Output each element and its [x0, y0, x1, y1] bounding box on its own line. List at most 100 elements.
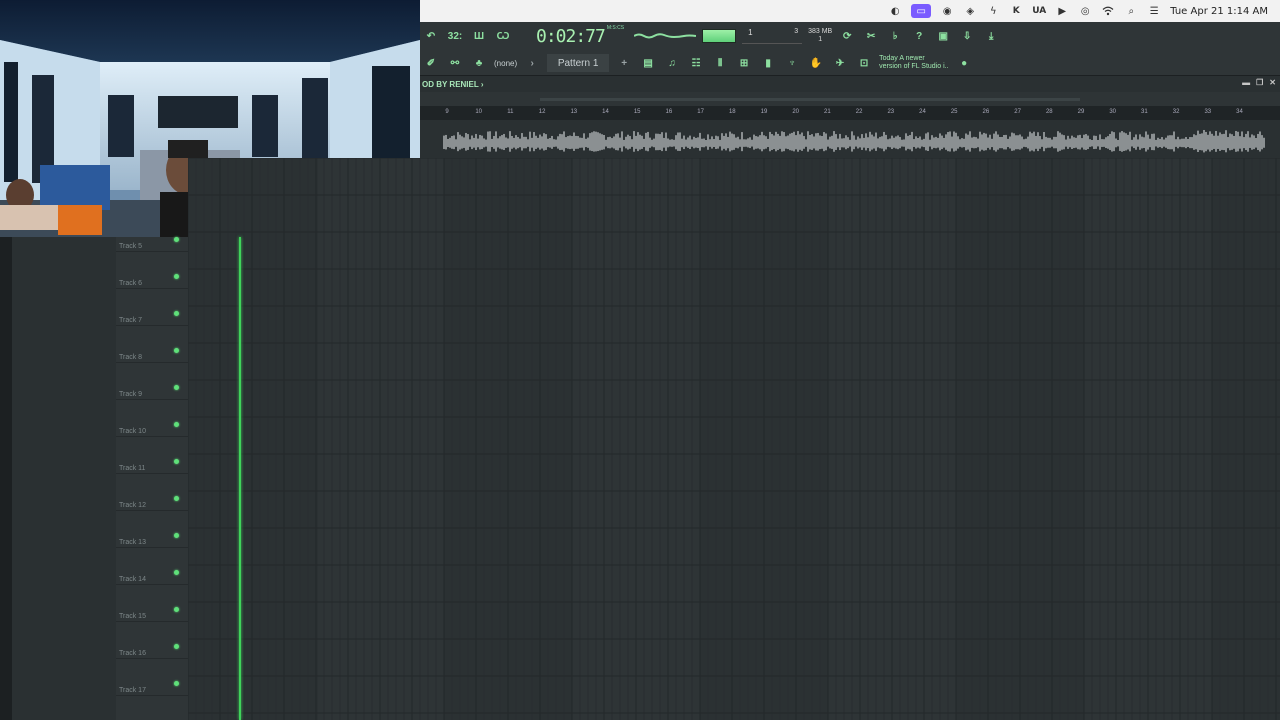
time-display[interactable]: 0:02:77 — [536, 26, 606, 47]
track-header[interactable]: Track 9 — [116, 363, 188, 400]
track-name[interactable]: Track 16 — [119, 650, 146, 657]
track-name[interactable]: Track 7 — [119, 317, 142, 324]
scrollbar-thumb[interactable] — [540, 98, 1080, 101]
track-header[interactable]: Track 7 — [116, 289, 188, 326]
track-mute-led[interactable] — [174, 237, 179, 242]
track-header[interactable]: Track 15 — [116, 585, 188, 622]
track-name[interactable]: Track 9 — [119, 391, 142, 398]
online-status-icon[interactable]: ● — [955, 54, 973, 72]
track-mute-led[interactable] — [174, 422, 179, 427]
playlist-grid[interactable] — [187, 157, 1280, 720]
song-position-meter[interactable]: 1 3 — [742, 28, 803, 44]
track-header[interactable]: Track 5 — [116, 215, 188, 252]
audio-clip-waveform[interactable] — [420, 120, 1280, 158]
universal-audio-icon[interactable]: ◉ — [940, 4, 954, 18]
track-header[interactable]: Track 16 — [116, 622, 188, 659]
wait-input-icon[interactable]: Ѡ — [494, 27, 512, 45]
ruler-tick: 30 — [1109, 109, 1117, 115]
help-icon[interactable]: ? — [910, 27, 928, 45]
browser-icon[interactable]: ⊞ — [735, 54, 753, 72]
track-header[interactable]: Track 11 — [116, 437, 188, 474]
track-mute-led[interactable] — [174, 348, 179, 353]
display-icon[interactable]: ◐ — [888, 4, 902, 18]
track-mute-led[interactable] — [174, 681, 179, 686]
track-name[interactable]: Track 6 — [119, 280, 142, 287]
track-mute-led[interactable] — [174, 311, 179, 316]
track-name[interactable]: Track 10 — [119, 428, 146, 435]
track-name[interactable]: Track 5 — [119, 243, 142, 250]
plugin-icon[interactable]: ▮ — [759, 54, 777, 72]
close-icon[interactable]: ✕ — [1269, 78, 1276, 87]
piano-roll-icon[interactable]: ♫ — [663, 54, 681, 72]
pattern-add-icon[interactable]: + — [615, 54, 633, 72]
tempo-display[interactable]: 32: — [446, 27, 464, 45]
arrow-right-icon[interactable]: › — [523, 54, 541, 72]
beat-counter-right: 3 — [794, 28, 799, 35]
track-name[interactable]: Track 14 — [119, 576, 146, 583]
microphone-icon[interactable]: ♭ — [886, 27, 904, 45]
track-mute-led[interactable] — [174, 644, 179, 649]
track-name[interactable]: Track 8 — [119, 354, 142, 361]
play-circle-icon[interactable]: ▶ — [1055, 4, 1069, 18]
track-header[interactable]: Track 10 — [116, 400, 188, 437]
menubar-clock[interactable]: Tue Apr 21 1:14 AM — [1170, 6, 1268, 17]
track-name[interactable]: Track 15 — [119, 613, 146, 620]
save-icon[interactable]: ▣ — [934, 27, 952, 45]
horizontal-scrollbar[interactable] — [420, 92, 1280, 106]
track-name[interactable]: Track 12 — [119, 502, 146, 509]
k-app-icon[interactable]: K — [1009, 4, 1023, 18]
channel-rack-icon[interactable]: ☷ — [687, 54, 705, 72]
bolt-icon[interactable]: ϟ — [986, 4, 1000, 18]
snap-selector[interactable]: (none) — [494, 59, 517, 68]
grid-bar-block — [188, 158, 318, 720]
hint-bar[interactable]: Today A newer version of FL Studio i.. — [879, 55, 949, 71]
link-icon[interactable]: ⚯ — [446, 54, 464, 72]
touch-keyboard-icon[interactable]: ✋ — [807, 54, 825, 72]
refresh-icon[interactable]: ⟳ — [838, 27, 856, 45]
download-icon[interactable]: ⤓ — [982, 27, 1000, 45]
eye-icon[interactable]: ◈ — [963, 4, 977, 18]
track-header[interactable]: Track 17 — [116, 659, 188, 696]
mixer-cut-icon[interactable]: ✂ — [862, 27, 880, 45]
wifi-icon[interactable] — [1101, 4, 1115, 18]
track-header[interactable]: Track 12 — [116, 474, 188, 511]
track-mute-led[interactable] — [174, 496, 179, 501]
export-icon[interactable]: ⇩ — [958, 27, 976, 45]
memory-sub: 1 — [818, 36, 823, 43]
minimize-icon[interactable]: ▬ — [1242, 78, 1250, 87]
track-mute-led[interactable] — [174, 570, 179, 575]
track-header[interactable]: Track 8 — [116, 326, 188, 363]
playlist-icon[interactable]: ▤ — [639, 54, 657, 72]
stamp-icon[interactable]: ♣ — [470, 54, 488, 72]
project-info-icon[interactable]: ✈ — [831, 54, 849, 72]
song-mode-icon[interactable]: ↶ — [422, 27, 440, 45]
target-icon[interactable]: ◎ — [1078, 4, 1092, 18]
track-mute-led[interactable] — [174, 385, 179, 390]
screen-record-icon[interactable]: ▭ — [911, 4, 932, 18]
track-name[interactable]: Track 17 — [119, 687, 146, 694]
track-header[interactable]: Track 6 — [116, 252, 188, 289]
ruler-tick: 18 — [728, 109, 736, 115]
plugin-db-icon[interactable]: ♆ — [783, 54, 801, 72]
control-center-icon[interactable]: ☰ — [1147, 4, 1161, 18]
track-mute-led[interactable] — [174, 533, 179, 538]
track-header[interactable]: Track 14 — [116, 548, 188, 585]
pattern-selector[interactable]: Pattern 1 — [547, 54, 610, 72]
draw-icon[interactable]: ✐ — [422, 54, 440, 72]
cart-icon[interactable]: ⊡ — [855, 54, 873, 72]
metronome-icon[interactable]: Ш — [470, 27, 488, 45]
ua-text-icon[interactable]: UA — [1032, 4, 1046, 18]
playhead[interactable] — [239, 237, 241, 720]
fl-toolbar: ↶ 32: Ш Ѡ 0:02:77 M:S:CS 1 3 383 MB 1 ⟳ … — [420, 22, 1280, 76]
track-mute-led[interactable] — [174, 274, 179, 279]
playlist-title[interactable]: OD BY RENIEL › — [422, 80, 484, 89]
timeline-ruler[interactable]: 9 10 11 12 13 14 15 16 17 18 19 20 21 22 23 24 25 26 27 28 2… — [420, 106, 1280, 120]
track-header[interactable]: Track 13 — [116, 511, 188, 548]
track-mute-led[interactable] — [174, 459, 179, 464]
track-name[interactable]: Track 11 — [119, 465, 145, 472]
track-mute-led[interactable] — [174, 607, 179, 612]
search-icon[interactable]: ⌕ — [1124, 4, 1138, 18]
maximize-icon[interactable]: ❐ — [1256, 78, 1263, 87]
track-name[interactable]: Track 13 — [119, 539, 146, 546]
mixer-icon[interactable]: ⫴ — [711, 54, 729, 72]
